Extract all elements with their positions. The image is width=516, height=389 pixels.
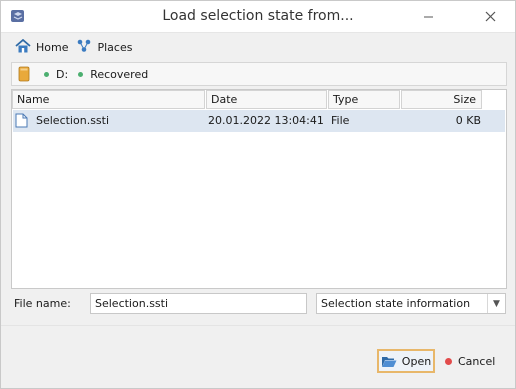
file-date: 20.01.2022 13:04:41 (208, 114, 324, 127)
file-name-input[interactable]: Selection.ssti (90, 293, 307, 314)
home-button[interactable]: Home (15, 38, 69, 56)
home-icon (15, 38, 31, 56)
column-header-date-label: Date (211, 93, 238, 106)
file-name: Selection.ssti (36, 114, 110, 127)
close-button[interactable] (475, 1, 505, 31)
column-header-type-label: Type (333, 93, 359, 106)
breadcrumb-folder[interactable]: Recovered (78, 68, 148, 81)
table-row[interactable]: Selection.ssti 20.01.2022 13:04:41 File … (13, 110, 505, 132)
status-dot-icon (78, 71, 84, 77)
file-size: 0 KB (455, 114, 481, 127)
column-header-size[interactable]: Size (401, 90, 482, 109)
home-label: Home (36, 40, 69, 54)
column-header-name-label: Name (17, 93, 50, 106)
close-icon (485, 7, 496, 26)
column-header-date[interactable]: Date (206, 90, 327, 109)
title-bar: Load selection state from... (1, 1, 515, 33)
navigation-bar: Home Places (15, 38, 132, 56)
column-header-size-label: Size (453, 93, 476, 106)
file-name-label: File name: (14, 297, 71, 310)
open-button[interactable]: Open (377, 349, 435, 373)
cancel-button-label: Cancel (458, 354, 496, 368)
breadcrumb-drive[interactable]: D: (44, 68, 68, 81)
column-header-type[interactable]: Type (328, 90, 400, 109)
drive-icon (18, 66, 30, 82)
file-icon (15, 113, 28, 131)
file-type-value: Selection state information (321, 297, 471, 310)
status-dot-icon (44, 71, 49, 77)
open-button-label: Open (401, 354, 432, 368)
cancel-icon (445, 357, 452, 365)
places-button[interactable]: Places (76, 39, 132, 56)
file-type: File (331, 114, 350, 127)
footer-divider (1, 325, 515, 326)
folder-open-icon (381, 355, 397, 368)
dialog-window: Load selection state from... Home Places… (0, 0, 516, 389)
app-icon (10, 8, 26, 24)
breadcrumb: D: Recovered (11, 62, 507, 86)
breadcrumb-drive-label: D: (56, 67, 69, 81)
breadcrumb-folder-label: Recovered (90, 67, 149, 81)
places-icon (76, 39, 92, 56)
chevron-down-icon[interactable]: ▼ (487, 294, 505, 313)
places-label: Places (97, 40, 133, 54)
cancel-button[interactable]: Cancel (443, 349, 505, 373)
file-list[interactable]: Name Date Type Size Selection.ssti 20.01… (11, 89, 507, 289)
window-title: Load selection state from... (162, 8, 354, 24)
minimize-icon (423, 7, 434, 26)
file-type-select[interactable]: Selection state information ▼ (316, 293, 506, 314)
column-header-name[interactable]: Name (12, 90, 205, 109)
minimize-button[interactable] (413, 1, 443, 31)
